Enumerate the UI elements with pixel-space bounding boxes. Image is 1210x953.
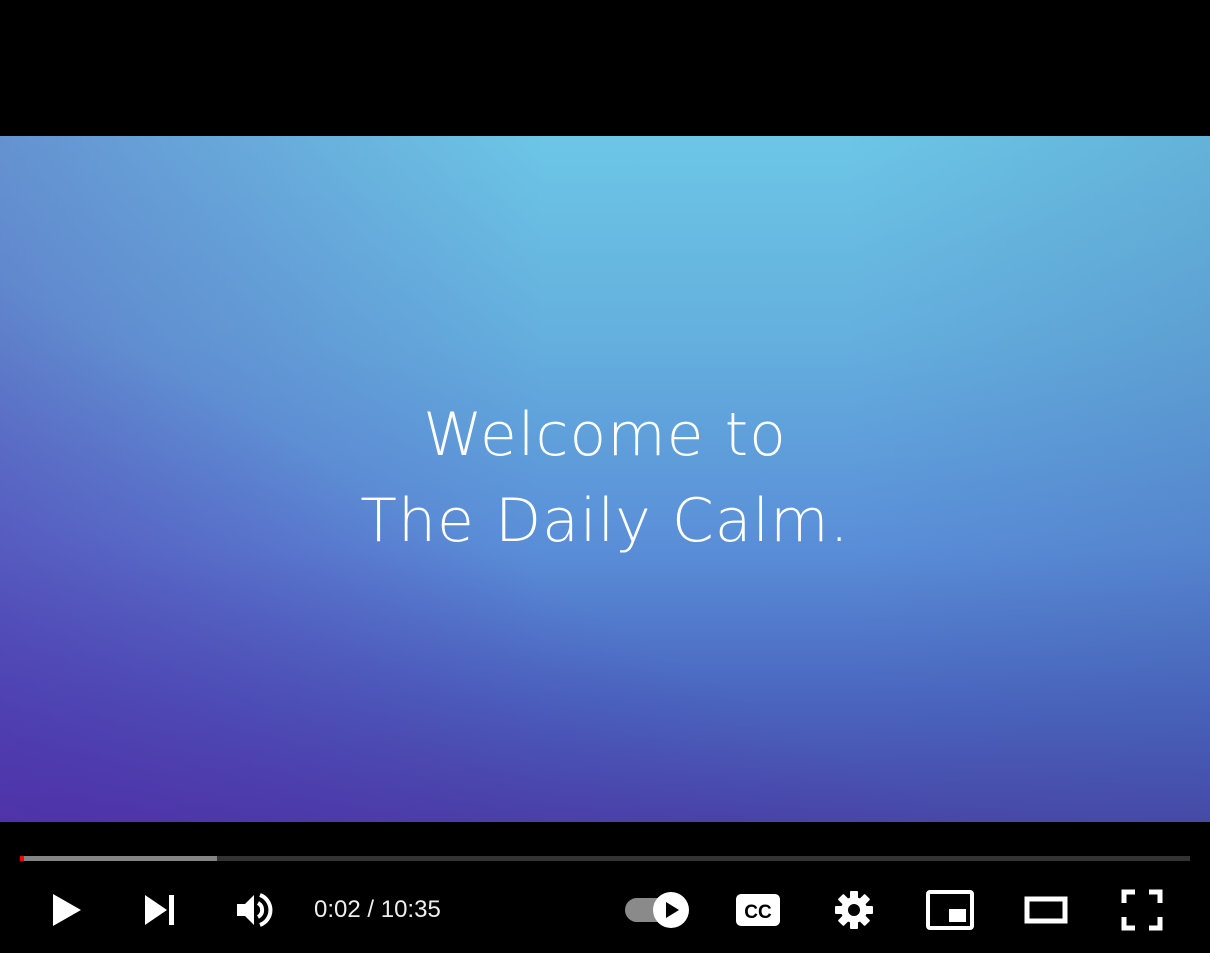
duration: 10:35 (380, 896, 441, 923)
time-display: 0:02 / 10:35 (314, 880, 441, 940)
autoplay-toggle-icon (625, 892, 689, 928)
play-button[interactable] (36, 880, 96, 940)
video-title-card: Welcome to The Daily Calm. (0, 392, 1210, 564)
cc-icon: CC (736, 894, 780, 926)
theater-mode-icon (1024, 896, 1068, 924)
miniplayer-button[interactable] (920, 880, 980, 940)
next-button[interactable] (130, 880, 190, 940)
current-time: 0:02 (314, 896, 361, 923)
progress-buffered (20, 856, 217, 861)
theater-mode-button[interactable] (1016, 880, 1076, 940)
autoplay-toggle[interactable] (620, 880, 696, 940)
subtitles-button[interactable]: CC (728, 880, 788, 940)
progress-bar[interactable] (20, 856, 1190, 861)
title-line-1: Welcome to (423, 400, 787, 470)
title-line-2: The Daily Calm. (360, 486, 850, 556)
progress-played (20, 856, 24, 861)
gear-icon (835, 891, 873, 929)
miniplayer-icon (926, 890, 974, 930)
fullscreen-icon (1121, 889, 1163, 931)
volume-button[interactable] (224, 880, 284, 940)
time-separator: / (360, 896, 381, 923)
cc-label: CC (744, 902, 772, 923)
play-icon (53, 894, 81, 926)
video-player: Welcome to The Daily Calm. 0:02 / 10:35 (0, 0, 1210, 953)
volume-icon (237, 893, 273, 927)
next-icon (145, 895, 174, 925)
video-frame[interactable]: Welcome to The Daily Calm. (0, 136, 1210, 822)
fullscreen-button[interactable] (1112, 880, 1172, 940)
settings-button[interactable] (824, 880, 884, 940)
